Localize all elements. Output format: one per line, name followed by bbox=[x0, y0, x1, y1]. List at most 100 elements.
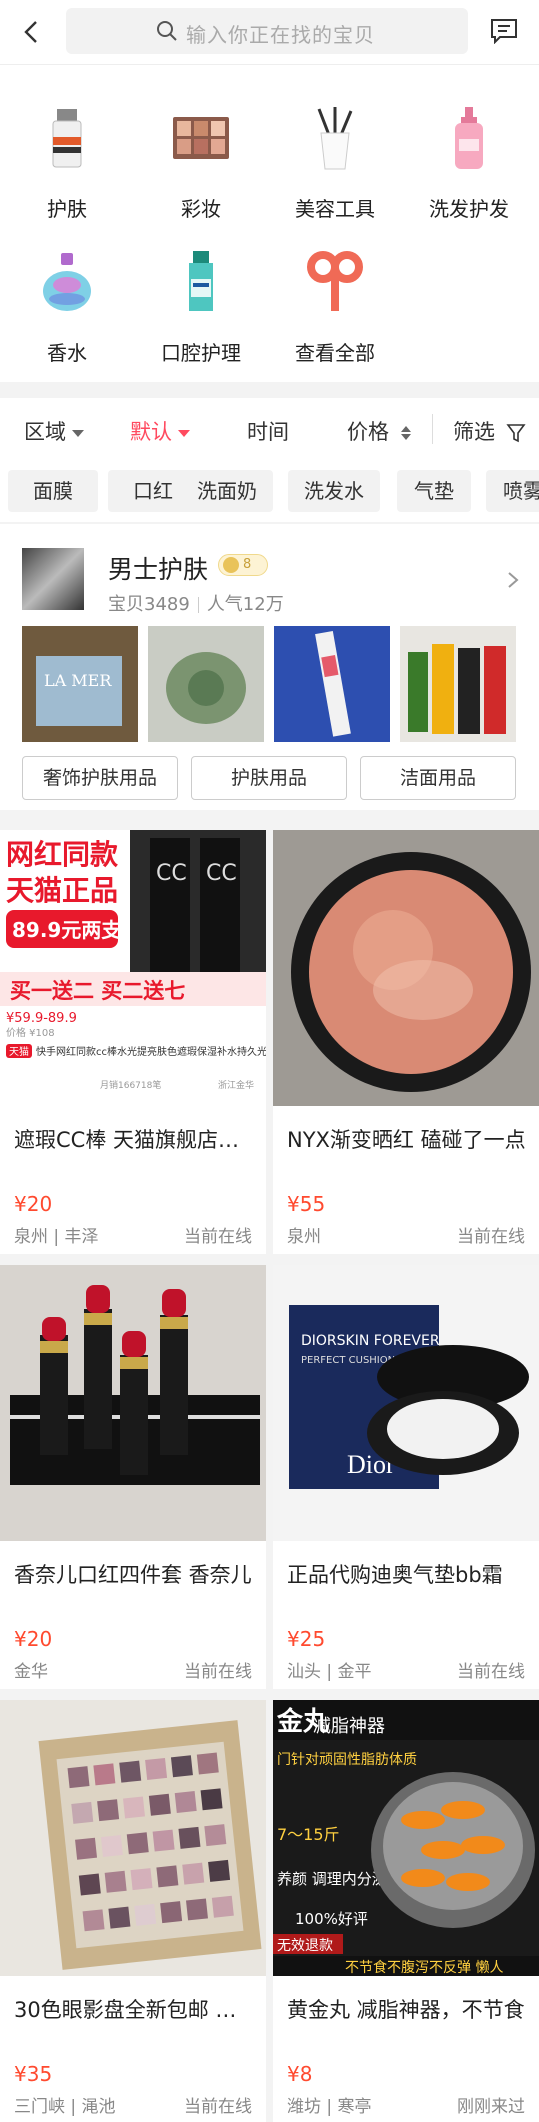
category-view-all[interactable]: 查看全部 bbox=[268, 229, 402, 365]
search-input[interactable]: 输入你正在找的宝贝 bbox=[66, 8, 468, 54]
mouthwash-bottle-icon bbox=[189, 251, 213, 311]
chevron-right-icon[interactable] bbox=[506, 570, 520, 590]
product-title: 30色眼影盘全新包邮 送刷 bbox=[14, 1998, 254, 2022]
shop-thumbnail[interactable] bbox=[148, 626, 264, 742]
search-placeholder: 输入你正在找的宝贝 bbox=[186, 23, 375, 47]
product-card[interactable]: 香奈儿口红四件套 香奈儿 ¥20 金华 当前在线 bbox=[0, 1265, 266, 1689]
shop-name: 男士护肤 bbox=[108, 555, 209, 584]
product-location: 潍坊 | 寒亭 bbox=[287, 2097, 372, 2117]
seller-status: 当前在线 bbox=[457, 1227, 525, 1247]
product-price: ¥35 bbox=[14, 2062, 53, 2086]
svg-text:CC: CC bbox=[206, 861, 237, 886]
sort-arrows-icon bbox=[400, 426, 411, 440]
product-location: 汕头 | 金平 bbox=[287, 1662, 372, 1682]
category-makeup[interactable]: 彩妆 bbox=[134, 85, 268, 221]
product-image: 金丸 减脂神器 门针对顽固性脂肪体质 7～15斤 养颜 调理内分泌 100%好评… bbox=[273, 1700, 539, 1976]
product-price: ¥20 bbox=[14, 1192, 53, 1216]
tag-chip[interactable]: 喷雾 bbox=[486, 470, 539, 512]
product-price: ¥8 bbox=[287, 2062, 313, 2086]
sort-filter-bar: 区域 默认 时间 价格 筛选 bbox=[0, 398, 539, 460]
skincare-bottle-icon bbox=[52, 109, 82, 168]
perfume-bottle-icon bbox=[43, 253, 91, 311]
filter-region[interactable]: 区域 bbox=[24, 416, 84, 446]
image-brand-text: DIORSKIN FOREVER bbox=[301, 1333, 440, 1349]
shampoo-bottle-icon bbox=[455, 107, 483, 169]
category-oral-care[interactable]: 口腔护理 bbox=[134, 229, 268, 365]
seller-status: 当前在线 bbox=[184, 1662, 252, 1682]
product-image: 网红同款 天猫正品 89.9元两支 CC CC 买一送二 买二送七 ¥59.9-… bbox=[0, 830, 266, 1106]
svg-text:价格 ¥108: 价格 ¥108 bbox=[6, 1026, 55, 1039]
product-card[interactable]: DIORSKIN FOREVER PERFECT CUSHION Dior 正品… bbox=[273, 1265, 539, 1689]
category-hair-care[interactable]: 洗发护发 bbox=[402, 85, 536, 221]
keyword-tags: 面膜 口红 洗面奶 洗发水 气垫 喷雾 bbox=[0, 460, 539, 522]
message-icon[interactable] bbox=[490, 18, 518, 44]
shop-thumbnail[interactable]: LA MER bbox=[22, 626, 138, 742]
caret-down-icon bbox=[178, 429, 190, 437]
tag-chip[interactable]: 气垫 bbox=[397, 470, 471, 512]
product-price: ¥55 bbox=[287, 1192, 326, 1216]
category-perfume[interactable]: 香水 bbox=[0, 229, 134, 365]
product-location: 金华 bbox=[14, 1662, 48, 1682]
shop-category-button[interactable]: 洁面用品 bbox=[360, 756, 516, 800]
svg-text:减脂神器: 减脂神器 bbox=[313, 1716, 385, 1737]
category-grid: 护肤 彩妆 美容工具 洗发护发 香水 口腔护理 查看全部 bbox=[0, 64, 539, 382]
product-image bbox=[0, 1700, 266, 1976]
seller-status: 刚刚来过 bbox=[457, 2097, 525, 2117]
image-banner-text: 网红同款 bbox=[6, 838, 119, 871]
seller-status: 当前在线 bbox=[184, 2097, 252, 2117]
funnel-icon bbox=[506, 424, 526, 443]
caret-down-icon bbox=[72, 429, 84, 437]
product-location: 三门峡 | 渑池 bbox=[14, 2097, 116, 2117]
filter-default[interactable]: 默认 bbox=[130, 416, 190, 446]
seller-status: 当前在线 bbox=[457, 1662, 525, 1682]
shop-category-button[interactable]: 护肤用品 bbox=[191, 756, 347, 800]
svg-text:¥59.9-89.9: ¥59.9-89.9 bbox=[6, 1011, 77, 1026]
svg-text:养颜 调理内分泌: 养颜 调理内分泌 bbox=[277, 1870, 387, 1888]
tag-chip[interactable]: 洗面奶 bbox=[181, 470, 273, 512]
product-price: ¥20 bbox=[14, 1627, 53, 1651]
product-title: 遮瑕CC棒 天猫旗舰店同款 bbox=[14, 1128, 254, 1152]
shop-avatar bbox=[22, 548, 84, 610]
svg-text:7～15斤: 7～15斤 bbox=[277, 1825, 340, 1844]
product-card[interactable]: NYX渐变晒红 磕碰了一点 ¥55 泉州 当前在线 bbox=[273, 830, 539, 1254]
image-promo-text: 89.9元两支 bbox=[12, 918, 122, 942]
product-card[interactable]: 网红同款 天猫正品 89.9元两支 CC CC 买一送二 买二送七 ¥59.9-… bbox=[0, 830, 266, 1254]
search-icon bbox=[157, 21, 177, 41]
product-location: 泉州 | 丰泽 bbox=[14, 1227, 99, 1247]
category-skincare[interactable]: 护肤 bbox=[0, 85, 134, 221]
back-arrow-icon[interactable] bbox=[14, 14, 50, 50]
shop-thumbnail[interactable] bbox=[274, 626, 390, 742]
filter-screen[interactable]: 筛选 bbox=[453, 416, 526, 446]
shop-stats: 宝贝3489 人气12万 bbox=[108, 594, 284, 615]
svg-text:快手网红同款cc棒水光提亮肤色遮瑕保湿补水持久光感气垫CC霜: 快手网红同款cc棒水光提亮肤色遮瑕保湿补水持久光感气垫CC霜 bbox=[36, 1045, 266, 1058]
top-bar: 输入你正在找的宝贝 bbox=[0, 0, 539, 64]
svg-text:100%好评: 100%好评 bbox=[295, 1910, 368, 1928]
shop-level-badge: 8 bbox=[218, 554, 268, 576]
divider bbox=[432, 414, 433, 444]
tag-chip[interactable]: 面膜 bbox=[8, 470, 98, 512]
shop-category-button[interactable]: 奢饰护肤用品 bbox=[22, 756, 178, 800]
svg-text:LA MER: LA MER bbox=[44, 671, 112, 690]
product-image bbox=[0, 1265, 266, 1541]
filter-price[interactable]: 价格 bbox=[347, 416, 412, 446]
svg-text:无效退款: 无效退款 bbox=[277, 1938, 333, 1954]
svg-text:天猫: 天猫 bbox=[9, 1045, 29, 1058]
product-card[interactable]: 金丸 减脂神器 门针对顽固性脂肪体质 7～15斤 养颜 调理内分泌 100%好评… bbox=[273, 1700, 539, 2122]
svg-text:PERFECT CUSHION: PERFECT CUSHION bbox=[301, 1355, 395, 1366]
makeup-palette-icon bbox=[173, 117, 229, 159]
svg-text:门针对顽固性脂肪体质: 门针对顽固性脂肪体质 bbox=[277, 1752, 417, 1768]
svg-text:浙江金华: 浙江金华 bbox=[218, 1079, 254, 1091]
seller-status: 当前在线 bbox=[184, 1227, 252, 1247]
svg-text:CC: CC bbox=[156, 861, 187, 886]
category-beauty-tools[interactable]: 美容工具 bbox=[268, 85, 402, 221]
product-price: ¥25 bbox=[287, 1627, 326, 1651]
crown-icon bbox=[223, 557, 239, 573]
shop-thumbnail[interactable] bbox=[400, 626, 516, 742]
filter-time[interactable]: 时间 bbox=[247, 416, 289, 446]
tag-chip[interactable]: 洗发水 bbox=[288, 470, 380, 512]
product-location: 泉州 bbox=[287, 1227, 321, 1247]
product-title: 香奈儿口红四件套 香奈儿 bbox=[14, 1563, 252, 1587]
product-image bbox=[273, 830, 539, 1106]
shop-card[interactable]: 男士护肤 8 宝贝3489 人气12万 LA MER 奢饰护肤用品 护肤用品 洁面… bbox=[0, 524, 539, 810]
product-card[interactable]: 30色眼影盘全新包邮 送刷 ¥35 三门峡 | 渑池 当前在线 bbox=[0, 1700, 266, 2122]
